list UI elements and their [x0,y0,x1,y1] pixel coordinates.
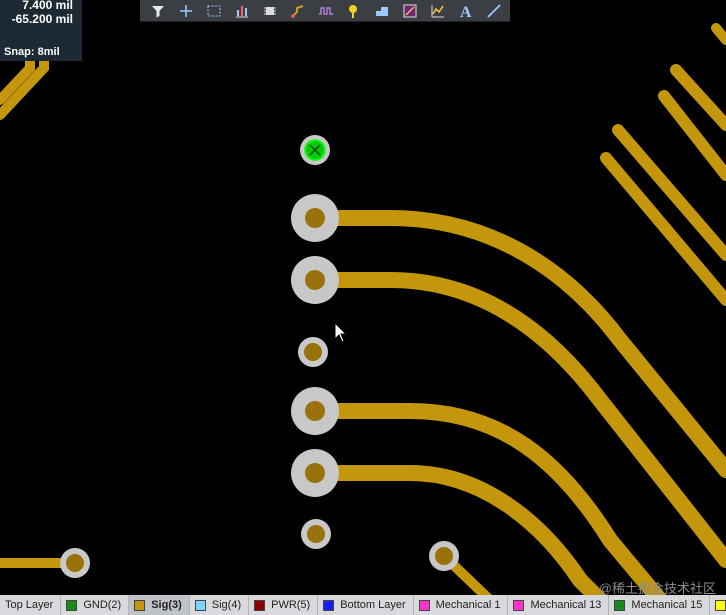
route-button[interactable] [284,0,312,22]
coordinate-readout: 7.400 mil -65.200 mil Snap: 8mil [0,0,82,61]
chart-icon [236,5,248,17]
board-icon [403,4,417,17]
layer-color-swatch [323,599,335,611]
tune-length-icon [319,6,333,15]
trace [307,465,608,608]
via-icon [349,4,357,18]
trace [711,23,726,45]
active-bar: A [140,0,510,22]
trace [307,403,668,608]
crosshair-button[interactable] [172,0,200,22]
polygon-button[interactable] [368,0,396,22]
pcb-canvas[interactable] [0,0,726,615]
select-rect-button[interactable] [200,0,228,22]
graph-icon [431,4,444,17]
layer-color-swatch [134,599,146,611]
selected-via [300,135,330,165]
layer-color-swatch [513,599,525,611]
align-button[interactable] [228,0,256,22]
layer-color-swatch [254,599,266,611]
select-rect-icon [207,5,221,16]
text-icon: A [460,4,472,19]
component-icon [264,6,276,15]
route-icon [291,4,304,18]
layer-color-swatch [66,599,78,611]
trace [307,210,726,478]
via-group [60,337,459,578]
filter-button[interactable] [144,0,172,22]
layer-color-swatch [418,599,430,611]
layer-color-swatch [715,599,726,611]
layer-tab[interactable]: Top Layer [0,595,62,615]
filter-icon [152,5,164,17]
layer-tab[interactable]: Sig(4) [190,595,250,615]
layer-tab[interactable]: Bottom Layer [318,595,414,615]
crosshair-icon [180,4,192,17]
layer-color-swatch [614,599,626,611]
tune-length-button[interactable] [312,0,340,22]
layer-tab[interactable]: GND(2) [61,595,130,615]
board-button[interactable] [396,0,424,22]
mouse-cursor-icon [334,322,348,343]
polygon-icon [376,6,388,16]
via-button[interactable] [340,0,368,22]
snap-setting: Snap: 8mil [4,46,60,58]
layer-tab[interactable]: Mechanical 1 [414,595,509,615]
layer-tab[interactable] [710,595,726,615]
component-button[interactable] [256,0,284,22]
y-coordinate: -65.200 mil [11,12,73,26]
layer-tab[interactable]: Mechanical 13 [508,595,610,615]
layer-tab-active[interactable]: Sig(3) [129,595,190,615]
layer-tab[interactable]: PWR(5) [249,595,319,615]
line-icon [487,3,501,18]
svg-text:A: A [460,4,472,19]
layer-tabs: Top Layer GND(2) Sig(3) Sig(4) PWR(5) Bo… [0,595,726,615]
layer-tab[interactable]: Mechanical 15 [609,595,711,615]
layer-color-swatch [194,599,206,611]
text-button[interactable]: A [452,0,480,22]
x-coordinate: 7.400 mil [22,0,73,12]
line-button[interactable] [480,0,508,22]
graph-button[interactable] [424,0,452,22]
